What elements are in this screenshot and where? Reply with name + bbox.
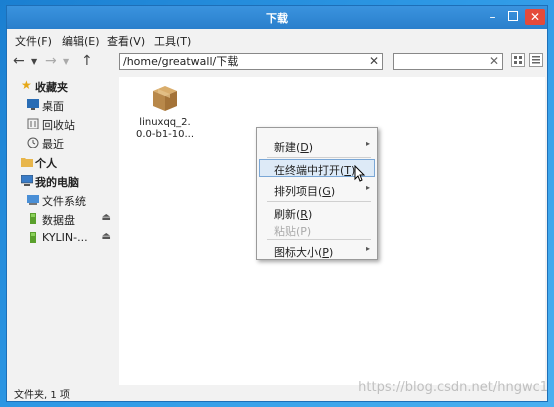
desktop-icon	[27, 99, 39, 110]
sidebar-item-desktop[interactable]: 桌面	[7, 96, 115, 114]
folder-icon	[21, 158, 33, 167]
list-view-button[interactable]	[529, 53, 543, 67]
maximize-icon	[507, 11, 518, 21]
sidebar-item-filesystem[interactable]: 文件系统	[7, 191, 115, 209]
file-item[interactable]: linuxqq_2. 0.0-b1-10...	[135, 83, 195, 141]
usb-drive-icon	[30, 232, 36, 243]
ctx-item-paste[interactable]: 粘贴(P)	[259, 220, 375, 238]
sidebar-item-kylin[interactable]: KYLIN-... ⏏	[7, 229, 115, 247]
close-button[interactable]: ✕	[525, 9, 545, 25]
menu-view[interactable]: 查看(V)	[107, 33, 145, 49]
back-arrow-icon[interactable]: ←	[13, 53, 25, 69]
up-arrow-icon[interactable]: ↑	[81, 53, 93, 69]
filesystem-icon	[27, 195, 39, 205]
menu-separator	[267, 157, 371, 158]
maximize-button[interactable]	[504, 9, 521, 25]
eject-icon[interactable]: ⏏	[102, 212, 111, 223]
sidebar-item-recent[interactable]: 最近	[7, 134, 115, 152]
menu-bar: 文件(F) 编辑(E) 查看(V) 工具(T)	[7, 29, 547, 49]
grid-view-icon	[514, 56, 522, 64]
title-bar[interactable]: 下载 – ✕	[7, 6, 547, 29]
sidebar: ★ 收藏夹 桌面 回收站 最近 个人 我的电脑 文件系统 数据盘 ⏏ KYLIN…	[7, 77, 115, 385]
menu-separator	[267, 201, 371, 202]
sidebar-item-trash[interactable]: 回收站	[7, 115, 115, 133]
minimize-icon: –	[489, 10, 496, 24]
search-input[interactable]: ✕	[393, 53, 503, 70]
eject-icon[interactable]: ⏏	[102, 231, 111, 242]
menu-file[interactable]: 文件(F)	[15, 33, 52, 49]
package-icon	[149, 83, 181, 113]
toolbar: ← ▼ → ▼ ↑ /home/greatwall/下载 ✕ ✕	[7, 49, 547, 77]
context-menu: 新建(D) ▸ 在终端中打开(T) 排列项目(G) ▸ 刷新(R) 粘贴(P) …	[256, 127, 378, 260]
sidebar-favorites-header[interactable]: ★ 收藏夹	[7, 77, 115, 95]
history-dropdown-icon[interactable]: ▼	[31, 57, 37, 66]
submenu-arrow-icon: ▸	[365, 244, 370, 253]
recent-clock-icon	[27, 137, 39, 148]
icon-view-button[interactable]	[511, 53, 525, 67]
path-text: /home/greatwall/下载	[123, 55, 239, 68]
clear-path-icon[interactable]: ✕	[369, 54, 379, 69]
file-name: linuxqq_2. 0.0-b1-10...	[135, 117, 195, 140]
mouse-cursor-icon	[354, 165, 366, 182]
submenu-arrow-icon: ▸	[365, 139, 370, 148]
usb-drive-icon	[30, 213, 36, 224]
submenu-arrow-icon: ▸	[365, 183, 370, 192]
menu-tools[interactable]: 工具(T)	[154, 33, 191, 49]
trash-icon	[27, 118, 39, 129]
list-view-icon	[532, 56, 540, 64]
ctx-item-refresh[interactable]: 刷新(R)	[259, 203, 375, 221]
menu-separator	[267, 239, 371, 240]
window-title: 下载	[266, 12, 288, 25]
path-input[interactable]: /home/greatwall/下载 ✕	[119, 53, 383, 70]
ctx-item-new[interactable]: 新建(D) ▸	[259, 136, 375, 154]
computer-icon	[21, 175, 33, 186]
ctx-item-icon-size[interactable]: 图标大小(P) ▸	[259, 241, 375, 259]
menu-edit[interactable]: 编辑(E)	[62, 33, 100, 49]
watermark: https://blog.csdn.net/hngwc1	[358, 380, 548, 395]
forward-arrow-icon[interactable]: →	[45, 53, 57, 69]
sidebar-computer-header[interactable]: 我的电脑	[7, 172, 115, 190]
sidebar-item-datadisk[interactable]: 数据盘 ⏏	[7, 210, 115, 228]
minimize-button[interactable]: –	[484, 9, 501, 25]
close-icon: ✕	[529, 10, 541, 24]
clear-search-icon[interactable]: ✕	[489, 54, 499, 69]
forward-dropdown-icon[interactable]: ▼	[63, 57, 69, 66]
star-icon: ★	[21, 78, 32, 92]
sidebar-personal-header[interactable]: 个人	[7, 153, 115, 171]
status-text: 文件夹, 1 项	[14, 390, 70, 401]
